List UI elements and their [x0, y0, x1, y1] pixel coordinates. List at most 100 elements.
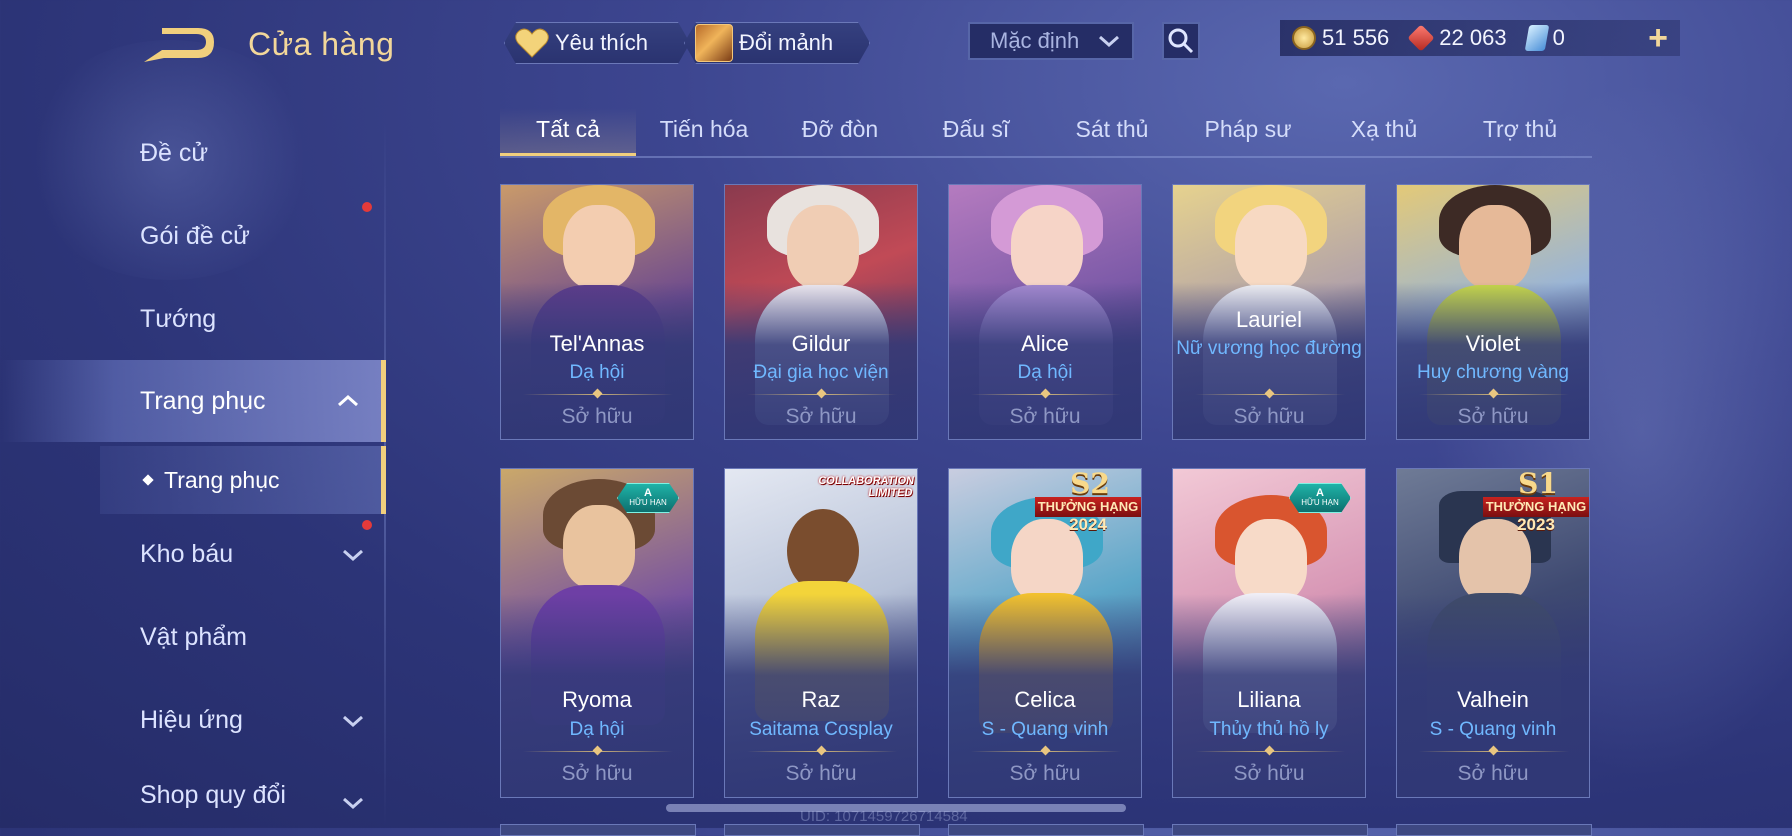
owned-status: Sở hữu [1457, 762, 1529, 785]
sidebar-item-items[interactable]: Vật phẩm [0, 597, 386, 677]
card-separator [971, 751, 1121, 752]
tab-marksman[interactable]: Xạ thủ [1316, 108, 1452, 154]
skin-card-partial[interactable] [948, 824, 1144, 836]
chevron-down-icon [343, 715, 363, 728]
favorites-button[interactable]: Yêu thích [504, 22, 690, 64]
page-title: Cửa hàng [248, 26, 395, 62]
gold-amount: 51 556 [1322, 25, 1390, 50]
gem-amount: 22 063 [1439, 25, 1507, 50]
season-rank-badge: S2 THƯỞNG HẠNG 2024 [1035, 469, 1141, 535]
voucher-amount: 0 [1552, 25, 1565, 50]
tab-label: Đấu sĩ [942, 116, 1010, 142]
owned-status: Sở hữu [1009, 405, 1081, 428]
card-separator [523, 751, 673, 752]
owned-status: Sở hữu [785, 762, 857, 785]
search-button[interactable] [1162, 22, 1200, 60]
skin-card[interactable]: A HỮU HẠN Liliana Thủy thủ hồ ly Sở hữu [1172, 468, 1366, 798]
card-separator [1419, 394, 1569, 395]
owned-status: Sở hữu [1233, 762, 1305, 785]
heart-icon [515, 28, 549, 58]
card-separator [1419, 751, 1569, 752]
skin-card-partial[interactable] [1172, 824, 1368, 836]
skin-name: Huy chương vàng [1417, 362, 1569, 383]
sidebar-item-label: Vật phẩm [140, 622, 248, 651]
role-tabs: Tất cả Tiến hóa Đỡ đòn Đấu sĩ Sát thủ Ph… [500, 108, 1592, 158]
card-separator [747, 394, 897, 395]
hero-name: Violet [1465, 331, 1521, 356]
skin-name: Saitama Cosplay [749, 719, 893, 740]
sidebar-item-label: Kho báu [140, 539, 234, 568]
voucher-icon [1524, 25, 1549, 51]
hero-name: Raz [801, 687, 841, 712]
sidebar-item-label: Trang phục [140, 386, 266, 415]
card-separator [1195, 751, 1345, 752]
skin-card[interactable]: Alice Dạ hội Sở hữu [948, 184, 1142, 440]
sidebar-subitem-skins[interactable]: Trang phục [100, 446, 386, 514]
tab-mage[interactable]: Pháp sư [1180, 108, 1316, 154]
sort-dropdown[interactable]: Mặc định [968, 22, 1134, 60]
owned-status: Sở hữu [1233, 405, 1305, 428]
owned-status: Sở hữu [561, 405, 633, 428]
tab-evolution[interactable]: Tiến hóa [636, 108, 772, 154]
season-rank-badge: S1 THƯỞNG HẠNG 2023 [1483, 469, 1589, 535]
gem-balance: 22 063 [1407, 24, 1507, 52]
skin-card-partial[interactable] [1396, 824, 1592, 836]
back-arrow-icon [144, 28, 214, 62]
skin-card[interactable]: Violet Huy chương vàng Sở hữu [1396, 184, 1590, 440]
sidebar-item-exchange-shop[interactable]: Shop quy đổi [0, 762, 386, 828]
voucher-balance: 0 [1524, 25, 1565, 51]
sidebar-subitem-label: Trang phục [164, 466, 280, 493]
card-separator [523, 394, 673, 395]
skin-card-partial[interactable] [500, 824, 696, 836]
skin-card[interactable]: S2 THƯỞNG HẠNG 2024 Celica S - Quang vin… [948, 468, 1142, 798]
skin-name: Dạ hội [569, 362, 625, 383]
skin-card[interactable]: Tel'Annas Dạ hội Sở hữu [500, 184, 694, 440]
skin-card-partial[interactable] [724, 824, 920, 836]
hero-name: Alice [1021, 331, 1069, 356]
card-separator [1195, 394, 1345, 395]
skin-card[interactable]: Lauriel Nữ vương học đường Sở hữu [1172, 184, 1366, 440]
sidebar-item-recommended-bundles[interactable]: Gói đề cử [0, 196, 386, 276]
sidebar-item-label: Hiệu ứng [140, 705, 243, 734]
add-currency-button[interactable]: + [1648, 21, 1668, 55]
tab-tank[interactable]: Đỡ đòn [772, 108, 908, 154]
tab-label: Tất cả [536, 116, 600, 142]
shard-exchange-button[interactable]: Đổi mảnh [684, 22, 870, 64]
sidebar-item-recommended[interactable]: Đề cử [0, 113, 386, 193]
sidebar-item-skins[interactable]: Trang phục [0, 360, 386, 442]
skin-name: Dạ hội [569, 719, 625, 740]
hero-name: Lauriel [1235, 307, 1303, 332]
sidebar-item-effects[interactable]: Hiệu ứng [0, 680, 386, 760]
skin-card[interactable]: Gildur Đại gia học viện Sở hữu [724, 184, 918, 440]
hero-name: Tel'Annas [549, 331, 645, 356]
tab-all[interactable]: Tất cả [500, 108, 636, 156]
chevron-up-icon [338, 394, 358, 407]
hero-name: Gildur [791, 331, 851, 356]
skin-card[interactable]: COLLABORATION LIMITED Raz Saitama Cosplay… [724, 468, 918, 798]
hero-name: Valhein [1457, 687, 1529, 712]
gold-balance: 51 556 [1292, 25, 1389, 51]
skin-name: Nữ vương học đường [1176, 338, 1362, 359]
tab-label: Sát thủ [1075, 116, 1149, 142]
sidebar-item-heroes[interactable]: Tướng [0, 279, 386, 359]
tab-fighter[interactable]: Đấu sĩ [908, 108, 1044, 154]
notification-dot [362, 520, 372, 530]
skin-name: S - Quang vinh [981, 719, 1109, 740]
skin-name: Thủy thủ hồ ly [1209, 719, 1329, 740]
gold-coin-icon [1292, 26, 1316, 50]
horizontal-scrollbar[interactable] [666, 804, 1126, 812]
card-separator [747, 751, 897, 752]
skin-card[interactable]: S1 THƯỞNG HẠNG 2023 Valhein S - Quang vi… [1396, 468, 1590, 798]
tab-support[interactable]: Trợ thủ [1452, 108, 1588, 154]
search-icon [1168, 28, 1194, 54]
skin-card[interactable]: A HỮU HẠN Ryoma Dạ hội Sở hữu [500, 468, 694, 798]
sidebar-item-treasure[interactable]: Kho báu [0, 514, 386, 594]
chevron-down-icon [1099, 35, 1119, 48]
card-separator [971, 394, 1121, 395]
hero-name: Liliana [1237, 687, 1301, 712]
shard-exchange-label: Đổi mảnh [739, 30, 834, 55]
back-button[interactable] [140, 26, 216, 66]
tab-assassin[interactable]: Sát thủ [1044, 108, 1180, 154]
tab-label: Xạ thủ [1350, 116, 1418, 142]
hero-name: Ryoma [562, 687, 632, 712]
